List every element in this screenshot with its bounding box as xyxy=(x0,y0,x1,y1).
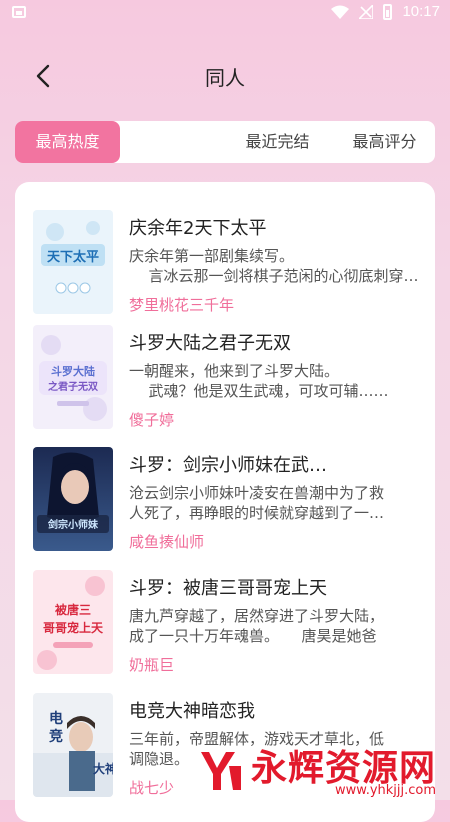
tab-hottest[interactable]: 最高热度 xyxy=(15,121,120,163)
book-title: 电竞大神暗恋我 xyxy=(129,701,255,722)
sort-tabs: 最高热度 最近完结 最高评分 xyxy=(15,121,435,163)
watermark-url: www.yhkjjj.com xyxy=(334,783,437,798)
svg-text:被唐三: 被唐三 xyxy=(55,602,91,617)
book-cover[interactable]: 被唐三 哥哥宠上天 xyxy=(33,570,113,674)
battery-icon xyxy=(383,3,393,20)
wifi-icon xyxy=(331,5,350,19)
page-title: 同人 xyxy=(205,66,245,90)
desc-line: 成了一只十万年魂兽。 唐昊是她爸 xyxy=(129,627,377,645)
watermark-logo-icon xyxy=(201,752,241,790)
desc-line: 言冰云那一剑将棋子范闲的心彻底刺穿…… xyxy=(148,267,420,285)
watermark: 永辉资源网 www.yhkjjj.com xyxy=(195,740,436,798)
header: 同人 xyxy=(0,50,450,102)
book-description: 一朝醒来，他来到了斗罗大陆。 武魂？他是双生武魂，可攻可辅…… xyxy=(129,361,419,401)
book-cover[interactable]: 剑宗小师妹 xyxy=(33,447,113,551)
book-title: 斗罗大陆之君子无双 xyxy=(129,333,291,354)
book-author: 咸鱼揍仙师 xyxy=(129,533,205,551)
status-icons: 10:17 xyxy=(331,3,440,20)
book-title: 斗罗：被唐三哥哥宠上天 xyxy=(129,578,327,599)
book-description: 沧云剑宗小师妹叶凌安在兽潮中为了救 人死了，再睁眼的时候就穿越到了一… xyxy=(129,483,419,523)
book-cover[interactable]: 斗罗大陆 之君子无双 xyxy=(33,325,113,429)
desc-line: 唐九芦穿越了，居然穿进了斗罗大陆， xyxy=(129,607,385,625)
book-list: 天下太平 庆余年2天下太平 庆余年第一部剧集续写。 言冰云那一剑将棋子范闲的心彻… xyxy=(15,182,435,822)
gallery-icon xyxy=(12,6,26,18)
cover-title: 剑宗小师妹 xyxy=(47,518,99,531)
book-title: 斗罗：剑宗小师妹在武… xyxy=(129,455,327,476)
book-item[interactable]: 斗罗大陆 之君子无双 斗罗大陆之君子无双 一朝醒来，他来到了斗罗大陆。 武魂？他… xyxy=(33,325,423,435)
book-title: 庆余年2天下太平 xyxy=(129,218,267,239)
desc-line: 人死了，再睁眼的时候就穿越到了一… xyxy=(129,504,385,522)
book-author: 奶瓶巨 xyxy=(129,656,175,674)
svg-text:大神: 大神 xyxy=(93,761,113,776)
book-item[interactable]: 天下太平 庆余年2天下太平 庆余年第一部剧集续写。 言冰云那一剑将棋子范闲的心彻… xyxy=(33,210,423,320)
book-author: 战七少 xyxy=(129,779,175,797)
book-cover[interactable]: 电 竞 大神 xyxy=(33,693,113,797)
tab-recently-finished[interactable]: 最近完结 xyxy=(230,121,325,163)
desc-line: 庆余年第一部剧集续写。 xyxy=(129,247,295,265)
book-author: 傻子婷 xyxy=(129,411,175,429)
book-cover[interactable]: 天下太平 xyxy=(33,210,113,314)
book-item[interactable]: 剑宗小师妹 斗罗：剑宗小师妹在武… 沧云剑宗小师妹叶凌安在兽潮中为了救 人死了，… xyxy=(33,447,423,557)
desc-line: 沧云剑宗小师妹叶凌安在兽潮中为了救 xyxy=(129,484,385,502)
cover-title: 天下太平 xyxy=(47,249,99,265)
clock: 10:17 xyxy=(402,3,440,20)
svg-text:竞: 竞 xyxy=(49,728,63,745)
book-author: 梦里桃花三千年 xyxy=(129,296,235,314)
svg-text:之君子无双: 之君子无双 xyxy=(48,380,98,393)
svg-text:电: 电 xyxy=(49,710,63,727)
book-description: 庆余年第一部剧集续写。 言冰云那一剑将棋子范闲的心彻底刺穿…… xyxy=(129,246,419,286)
book-description: 唐九芦穿越了，居然穿进了斗罗大陆， 成了一只十万年魂兽。 唐昊是她爸 xyxy=(129,606,419,646)
desc-line: 一朝醒来，他来到了斗罗大陆。 xyxy=(129,362,340,380)
tab-top-rated[interactable]: 最高评分 xyxy=(337,121,432,163)
desc-line: 武魂？他是双生武魂，可攻可辅…… xyxy=(148,382,389,400)
book-item[interactable]: 被唐三 哥哥宠上天 斗罗：被唐三哥哥宠上天 唐九芦穿越了，居然穿进了斗罗大陆， … xyxy=(33,570,423,680)
status-bar: 10:17 xyxy=(0,0,450,26)
svg-text:斗罗大陆: 斗罗大陆 xyxy=(51,364,95,378)
svg-text:哥哥宠上天: 哥哥宠上天 xyxy=(43,620,104,635)
no-signal-icon xyxy=(359,4,374,19)
